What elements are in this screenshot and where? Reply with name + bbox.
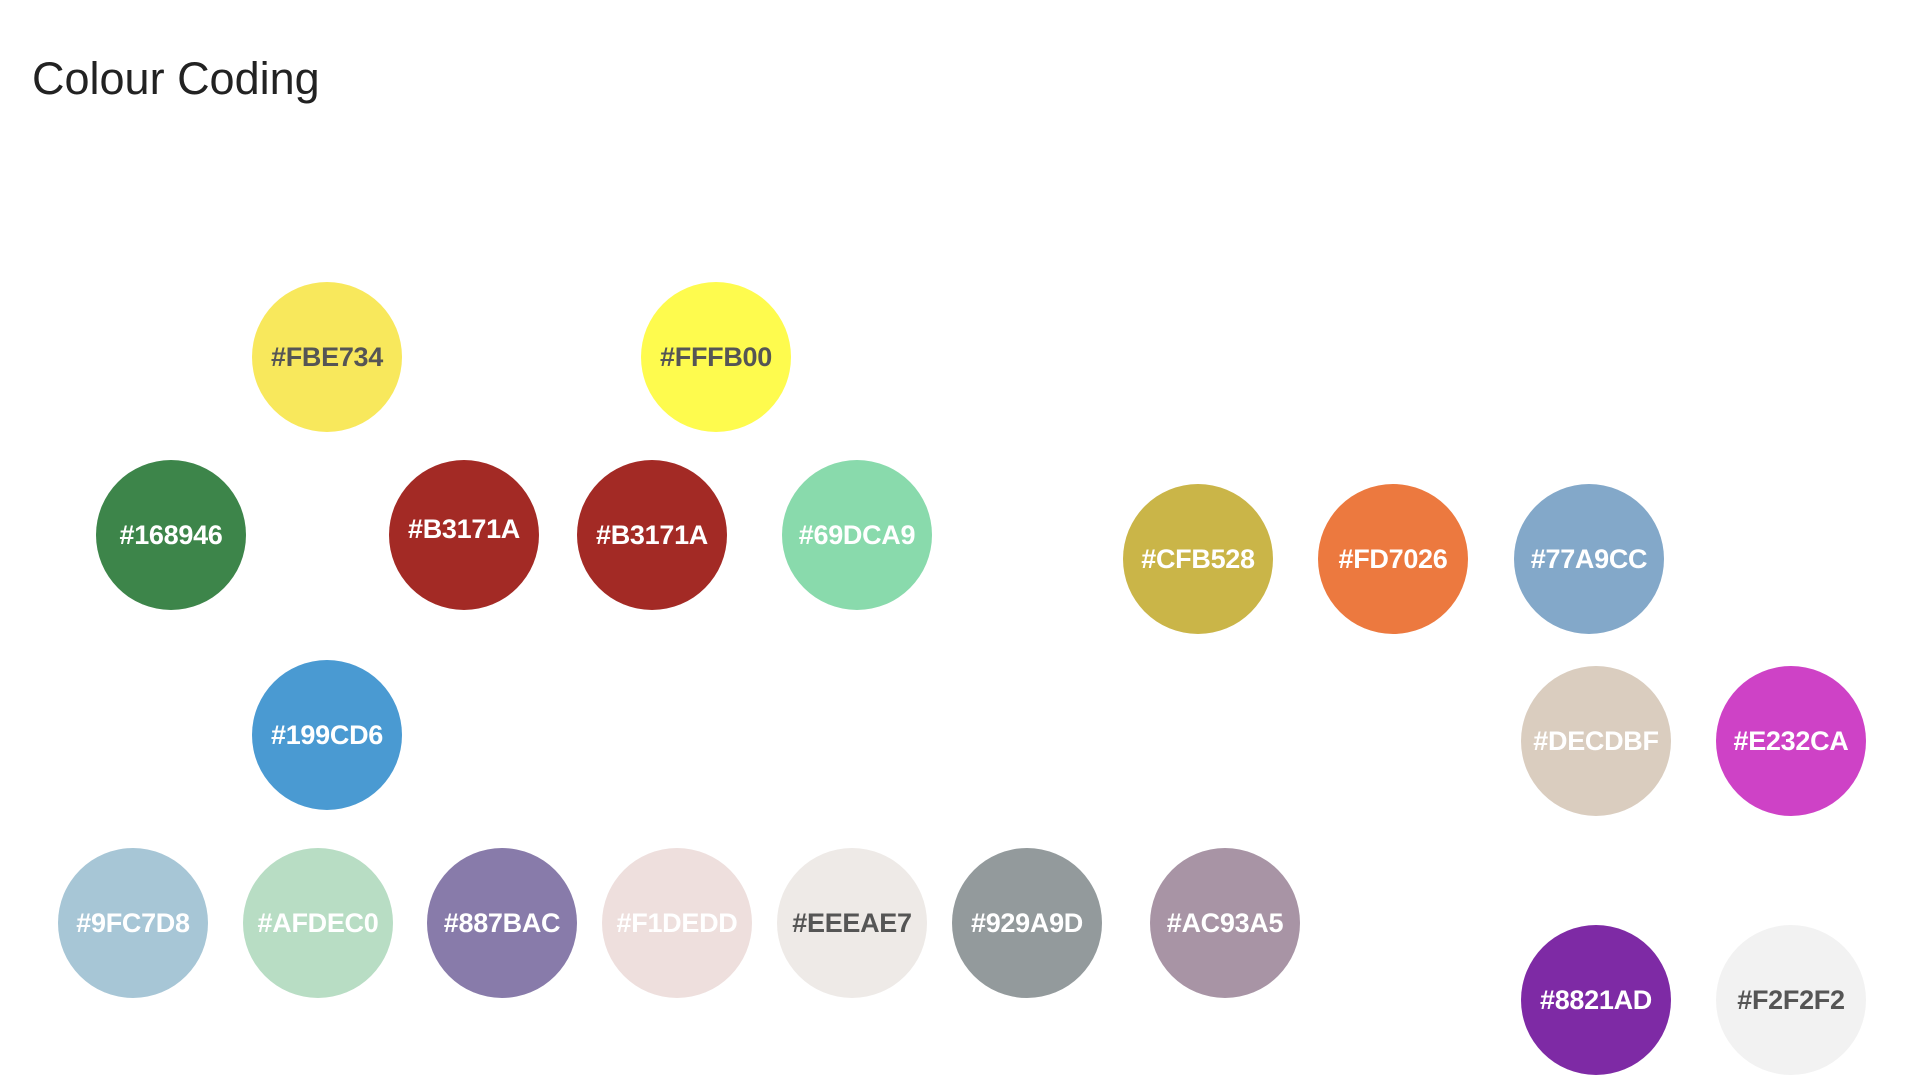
swatch-label: #B3171A [596, 519, 708, 550]
swatch-label: #69DCA9 [798, 519, 916, 550]
color-swatch: #9FC7D8 [58, 848, 208, 998]
color-swatch: #FBE734 [252, 282, 402, 432]
color-swatch: #F2F2F2 [1716, 925, 1866, 1075]
color-swatch: #69DCA9 [782, 460, 932, 610]
swatch-label: #929A9D [971, 907, 1083, 938]
swatch-label: #199CD6 [271, 719, 383, 750]
color-swatch: #EEEAE7 [777, 848, 927, 998]
color-swatch: #E232CA [1716, 666, 1866, 816]
swatch-label: #CFB528 [1141, 543, 1255, 574]
color-swatch: #168946 [96, 460, 246, 610]
color-swatch: #DECDBF [1521, 666, 1671, 816]
color-swatch: #CFB528 [1123, 484, 1273, 634]
swatch-label: #AFDEC0 [257, 907, 379, 938]
color-swatch: #AC93A5 [1150, 848, 1300, 998]
swatch-label: #B3171A [408, 513, 520, 544]
swatch-label: #887BAC [443, 907, 561, 938]
swatch-label: #EEEAE7 [792, 907, 912, 938]
color-swatch: #77A9CC [1514, 484, 1664, 634]
swatch-label: #E232CA [1733, 725, 1849, 756]
color-swatch: #B3171A [389, 460, 539, 610]
swatch-label: #FBE734 [271, 341, 383, 372]
color-swatch: #887BAC [427, 848, 577, 998]
color-swatch: #929A9D [952, 848, 1102, 998]
color-swatch: #8821AD [1521, 925, 1671, 1075]
color-swatch: #F1DEDD [602, 848, 752, 998]
swatch-label: #AC93A5 [1166, 907, 1284, 938]
color-swatch: #B3171A [577, 460, 727, 610]
swatch-label: #F1DEDD [616, 907, 738, 938]
swatch-label: #FFFB00 [660, 341, 772, 372]
color-swatch: #FFFB00 [641, 282, 791, 432]
swatch-label: #77A9CC [1530, 543, 1648, 574]
color-swatch: #FD7026 [1318, 484, 1468, 634]
page-title: Colour Coding [32, 53, 320, 104]
swatch-label: #9FC7D8 [76, 907, 190, 938]
swatch-label: #168946 [119, 519, 223, 550]
swatch-label: #8821AD [1540, 984, 1652, 1015]
swatch-label: #FD7026 [1338, 543, 1448, 574]
swatch-label: #F2F2F2 [1737, 984, 1845, 1015]
swatch-label: #DECDBF [1533, 725, 1659, 756]
color-swatch: #AFDEC0 [243, 848, 393, 998]
color-swatch: #199CD6 [252, 660, 402, 810]
